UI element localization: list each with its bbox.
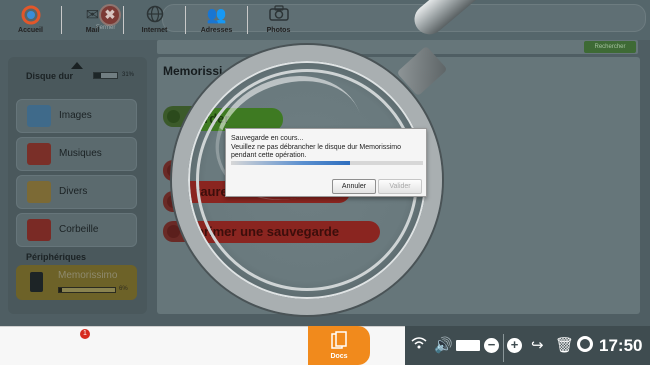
taskbar-item-mail[interactable]: ✉ Mail bbox=[62, 0, 123, 39]
help-lifebuoy-icon[interactable] bbox=[577, 336, 593, 356]
taskbar-label: Mail bbox=[85, 27, 100, 34]
dialog-line-1: Sauvegarde en cours... bbox=[231, 135, 304, 142]
back-arrow-icon[interactable]: ↪ bbox=[531, 336, 544, 354]
taskbar-label: Accueil bbox=[18, 27, 43, 34]
taskbar-item-photos[interactable]: Photos bbox=[248, 0, 309, 39]
page-title: Memorissi bbox=[163, 64, 223, 78]
taskbar-label: Adresses bbox=[200, 27, 233, 34]
peripherals-heading: Périphériques bbox=[26, 252, 87, 262]
camera-icon bbox=[268, 5, 289, 26]
search-input[interactable] bbox=[157, 40, 638, 54]
sidebar-item-label: Corbeille bbox=[59, 224, 99, 235]
globe-icon bbox=[146, 5, 164, 28]
folder-icon bbox=[27, 181, 51, 203]
sidebar-item-label: Divers bbox=[59, 186, 88, 197]
wifi-icon[interactable] bbox=[411, 336, 427, 353]
dialog-line-3: pendant cette opération. bbox=[231, 152, 307, 159]
zoom-out-icon[interactable]: − bbox=[484, 338, 499, 353]
taskbar-label: Photos bbox=[266, 27, 291, 34]
status-divider bbox=[503, 334, 504, 362]
disk-usage-bar bbox=[93, 72, 118, 79]
confirm-button[interactable]: Valider bbox=[378, 179, 422, 194]
cancel-button[interactable]: Annuler bbox=[332, 179, 376, 194]
usb-drive-icon bbox=[30, 272, 43, 292]
scroll-up-icon[interactable] bbox=[71, 62, 83, 69]
battery-icon bbox=[456, 340, 480, 351]
taskbar-item-docs[interactable]: Docs bbox=[308, 326, 370, 365]
sidebar-item-label: Musiques bbox=[59, 148, 102, 159]
trash-icon bbox=[27, 219, 51, 241]
sidebar-item-images[interactable]: Images bbox=[16, 99, 137, 133]
sidebar-item-trash[interactable]: Corbeille bbox=[16, 213, 137, 247]
taskbar-item-contacts[interactable]: 👥 Adresses bbox=[186, 0, 247, 39]
mail-badge: 1 bbox=[80, 329, 90, 339]
taskbar-item-internet[interactable]: Internet bbox=[124, 0, 185, 39]
dialog-line-2: Veuillez ne pas débrancher le disque dur… bbox=[231, 143, 402, 151]
mail-icon: ✉ bbox=[85, 7, 100, 24]
taskbar-label: Internet bbox=[141, 27, 168, 34]
sidebar-item-label: Images bbox=[59, 110, 92, 121]
images-icon bbox=[27, 105, 51, 127]
contacts-icon: 👥 bbox=[206, 7, 227, 24]
sidebar-item-music[interactable]: Musiques bbox=[16, 137, 137, 171]
volume-icon[interactable]: 🔊 bbox=[434, 336, 453, 354]
disk-usage-text: 31% bbox=[122, 72, 135, 78]
device-label: Memorissimo bbox=[58, 270, 118, 281]
docs-icon bbox=[331, 331, 347, 354]
music-icon bbox=[27, 143, 51, 165]
backup-progress-dialog: Sauvegarde en cours... Veuillez ne pas d… bbox=[225, 128, 427, 197]
device-usage-bar bbox=[58, 287, 116, 293]
taskbar-label: Docs bbox=[330, 353, 348, 360]
backup-progress-bar bbox=[231, 161, 423, 165]
trash-bin-icon[interactable]: 🗑 bbox=[555, 336, 574, 354]
taskbar-item-home[interactable]: Accueil bbox=[0, 0, 61, 39]
device-usage-text: 6% bbox=[119, 286, 128, 292]
search-button[interactable]: Rechercher bbox=[584, 41, 636, 53]
zoom-in-icon[interactable]: + bbox=[507, 338, 522, 353]
dialog-message: Sauvegarde en cours... Veuillez ne pas d… bbox=[231, 135, 423, 161]
device-item-memorissimo[interactable]: Memorissimo 6% bbox=[16, 265, 137, 300]
disk-label: Disque dur bbox=[26, 71, 74, 81]
clock: 17:50 bbox=[599, 336, 643, 355]
sidebar-item-misc[interactable]: Divers bbox=[16, 175, 137, 209]
search-button-label: Rechercher bbox=[594, 44, 626, 50]
